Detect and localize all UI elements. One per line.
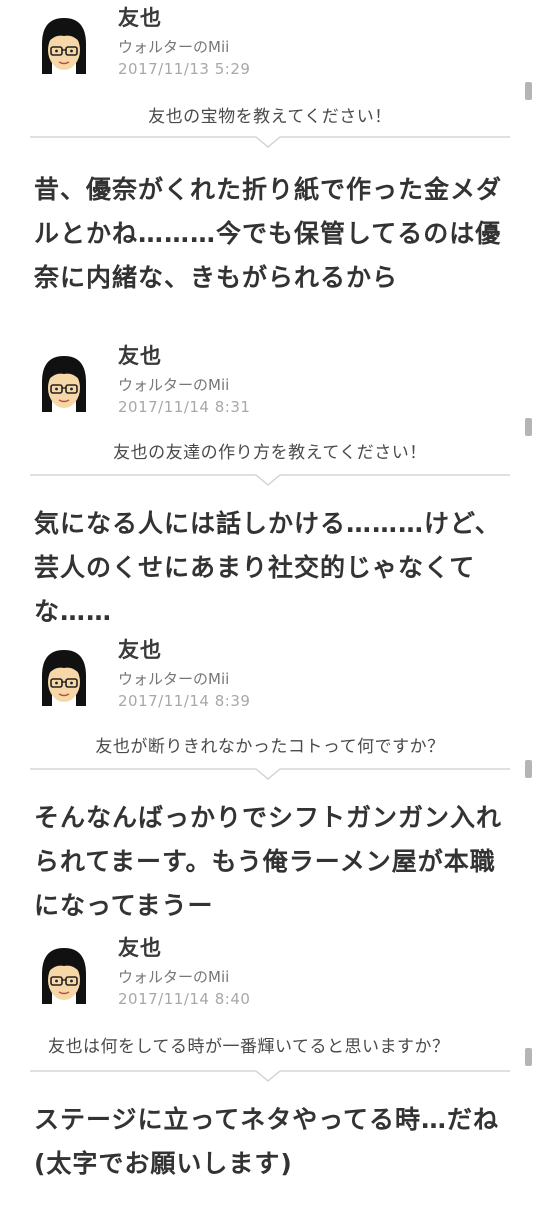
mii-avatar-icon[interactable] (36, 944, 92, 1008)
scroll-indicator (525, 418, 532, 436)
post-header: 友也 ウォルターのMii 2017/11/13 5:29 (0, 0, 540, 80)
scroll-indicator (525, 82, 532, 100)
answer-text: 昔、優奈がくれた折り紙で作った金メダルとかね………今でも保管してるのは優奈に内緒… (34, 175, 503, 292)
post-header: 友也 ウォルターのMii 2017/11/14 8:31 (0, 338, 540, 418)
question-text: 友也は何をしてる時が一番輝いてると思いますか？ (48, 1037, 450, 1057)
question-divider (30, 474, 510, 488)
post-feed: 友也 ウォルターのMii 2017/11/13 5:29 友也の宝物を教えてくだ… (0, 0, 540, 1223)
mii-avatar-icon[interactable] (36, 14, 92, 78)
mii-avatar-icon[interactable] (36, 352, 92, 416)
question-text: 友也が断りきれなかったコトって何ですか？ (95, 737, 445, 757)
mii-avatar-icon[interactable] (36, 646, 92, 710)
author-name[interactable]: 友也 (118, 2, 162, 32)
mii-owner: ウォルターのMii (118, 38, 230, 56)
mii-owner: ウォルターのMii (118, 376, 230, 394)
post-timestamp: 2017/11/14 8:39 (118, 692, 251, 710)
author-name[interactable]: 友也 (118, 340, 162, 370)
post-timestamp: 2017/11/14 8:40 (118, 990, 251, 1008)
post-timestamp: 2017/11/14 8:31 (118, 398, 251, 416)
question-text: 友也の宝物を教えてください！ (148, 107, 392, 127)
author-name[interactable]: 友也 (118, 932, 162, 962)
author-name[interactable]: 友也 (118, 634, 162, 664)
answer-text: そんなんばっかりでシフトガンガン入れられてまーす。もう俺ラーメン屋が本職になって… (34, 803, 503, 920)
post-entry: 友也 ウォルターのMii 2017/11/14 8:31 友也の友達の作り方を教… (0, 338, 540, 634)
question-divider (30, 136, 510, 150)
question-divider (30, 768, 510, 782)
post-entry: 友也 ウォルターのMii 2017/11/14 8:39 友也が断りきれなかった… (0, 632, 540, 928)
scroll-indicator (525, 760, 532, 778)
question-divider (30, 1070, 510, 1084)
mii-owner: ウォルターのMii (118, 968, 230, 986)
post-entry: 友也 ウォルターのMii 2017/11/14 8:40 友也は何をしてる時が一… (0, 930, 540, 1186)
post-timestamp: 2017/11/13 5:29 (118, 60, 251, 78)
question-text: 友也の友達の作り方を教えてください！ (113, 443, 427, 463)
answer-text: 気になる人には話しかける………けど、芸人のくせにあまり社交的じゃなくてな…… (34, 509, 501, 626)
answer-text: ステージに立ってネタやってる時…だね(太字でお願いします) (34, 1105, 500, 1178)
post-header: 友也 ウォルターのMii 2017/11/14 8:39 (0, 632, 540, 712)
scroll-indicator (525, 1048, 532, 1066)
mii-owner: ウォルターのMii (118, 670, 230, 688)
post-entry: 友也 ウォルターのMii 2017/11/13 5:29 友也の宝物を教えてくだ… (0, 0, 540, 300)
post-header: 友也 ウォルターのMii 2017/11/14 8:40 (0, 930, 540, 1010)
